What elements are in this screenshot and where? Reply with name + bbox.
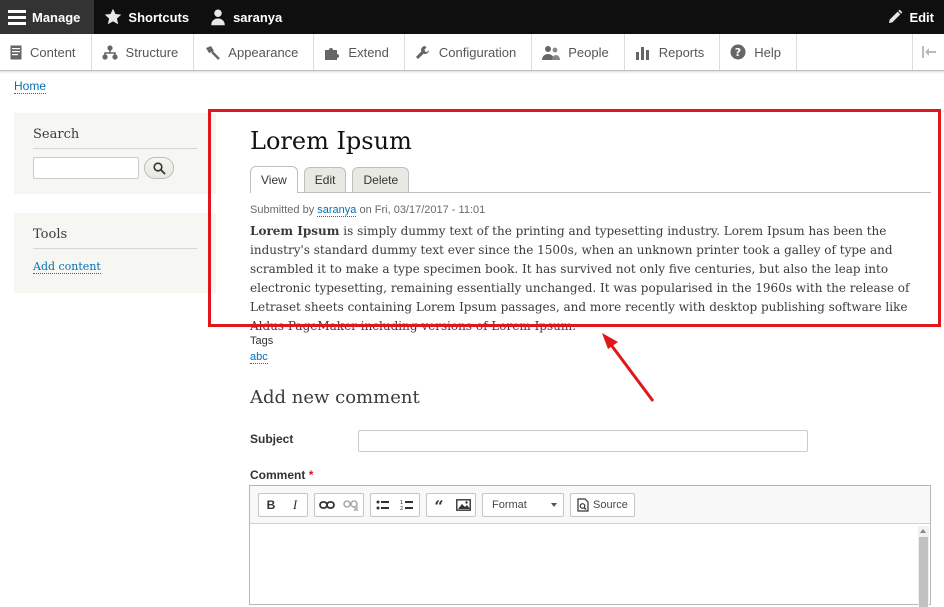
image-button[interactable] — [451, 494, 475, 516]
scroll-up-arrow-icon[interactable] — [920, 529, 926, 533]
admin-tray: Content Structure Appearance Extend Conf… — [0, 34, 944, 71]
user-button[interactable]: saranya — [199, 0, 292, 34]
tray-item-people[interactable]: People — [532, 34, 625, 70]
editor-toolbar: B I 12 “ Format Source — [250, 486, 930, 524]
shortcuts-label: Shortcuts — [128, 9, 190, 25]
comment-label: Comment * — [250, 468, 313, 482]
manage-label: Manage — [32, 9, 81, 25]
puzzle-icon — [325, 47, 340, 60]
user-icon — [211, 9, 225, 26]
bold-button[interactable]: B — [259, 494, 283, 516]
user-label: saranya — [233, 9, 283, 25]
search-form — [33, 157, 197, 179]
blockquote-button[interactable]: “ — [427, 494, 451, 516]
italic-icon: I — [292, 498, 298, 511]
search-button[interactable] — [144, 157, 174, 179]
tray-label-configuration: Configuration — [438, 44, 517, 60]
edit-label: Edit — [909, 9, 934, 25]
search-input[interactable] — [33, 157, 139, 179]
star-icon — [105, 8, 122, 25]
add-content-link[interactable]: Add content — [33, 260, 101, 274]
svg-text:2: 2 — [400, 506, 403, 511]
subject-label: Subject — [250, 432, 294, 446]
svg-text:?: ? — [735, 46, 741, 59]
tray-label-appearance: Appearance — [228, 44, 299, 60]
tray-item-help[interactable]: ? Help — [720, 34, 797, 70]
bulleted-list-icon — [376, 500, 389, 509]
search-block-title: Search — [33, 127, 197, 149]
svg-text:“: “ — [434, 499, 443, 511]
tools-block-title: Tools — [33, 227, 197, 249]
tray-item-appearance[interactable]: Appearance — [194, 34, 315, 70]
unlink-button[interactable] — [339, 494, 363, 516]
tray-item-extend[interactable]: Extend — [314, 34, 405, 70]
highlight-box — [208, 109, 941, 327]
bar-chart-icon — [635, 46, 649, 60]
menu-icon — [8, 10, 26, 25]
editor-scrollbar[interactable] — [918, 526, 929, 607]
tray-item-configuration[interactable]: Configuration — [405, 34, 533, 70]
source-button[interactable]: Source — [570, 492, 635, 517]
scrollbar-thumb[interactable] — [919, 537, 928, 607]
tray-label-help: Help — [754, 44, 781, 60]
format-label: Format — [492, 498, 527, 511]
unlink-icon — [343, 499, 359, 511]
tray-label-people: People — [568, 44, 609, 60]
format-dropdown[interactable]: Format — [482, 492, 564, 517]
wrench-icon — [415, 45, 429, 59]
bold-icon: B — [267, 498, 276, 511]
page-icon — [10, 45, 22, 59]
hierarchy-icon — [101, 44, 118, 60]
shortcuts-button[interactable]: Shortcuts — [94, 0, 199, 34]
tools-block: Tools Add content — [14, 213, 216, 293]
numbered-list-button[interactable]: 12 — [395, 494, 419, 516]
numbered-list-icon: 12 — [400, 500, 413, 511]
bulleted-list-button[interactable] — [371, 494, 395, 516]
comment-label-text: Comment — [250, 468, 306, 482]
tray-item-content[interactable]: Content — [0, 34, 92, 70]
help-icon: ? — [730, 44, 746, 60]
basic-styles-group: B I — [258, 492, 308, 517]
tray-item-structure[interactable]: Structure — [92, 34, 195, 70]
collapse-left-icon — [921, 46, 936, 58]
tray-item-reports[interactable]: Reports — [625, 34, 721, 70]
comment-editor: B I 12 “ Format Source — [249, 485, 931, 607]
edit-mode-button[interactable]: Edit — [877, 0, 944, 34]
image-icon — [455, 498, 471, 511]
link-icon — [319, 500, 335, 509]
breadcrumb-home-link[interactable]: Home — [14, 79, 47, 94]
list-group: 12 — [370, 492, 420, 517]
paintbrush-icon — [206, 45, 221, 60]
tags-label: Tags — [250, 335, 274, 347]
tray-label-content: Content — [30, 44, 76, 60]
tray-label-structure: Structure — [125, 44, 179, 60]
source-label: Source — [593, 498, 628, 511]
svg-text:B: B — [267, 498, 276, 511]
search-icon — [152, 161, 166, 175]
comment-form-title: Add new comment — [250, 387, 420, 408]
admin-toolbar: Manage Shortcuts saranya Edit — [0, 0, 944, 34]
italic-button[interactable]: I — [283, 494, 307, 516]
pencil-icon — [889, 9, 903, 23]
block-group: “ — [426, 492, 476, 517]
red-arrow-annotation — [602, 333, 655, 402]
people-icon — [542, 45, 561, 60]
subject-input[interactable] — [358, 430, 808, 452]
tray-orientation-toggle[interactable] — [912, 34, 944, 70]
dropdown-arrow-icon — [551, 502, 557, 507]
source-icon — [577, 497, 589, 512]
svg-text:I: I — [292, 498, 298, 511]
blockquote-icon: “ — [434, 499, 443, 511]
manage-button[interactable]: Manage — [0, 0, 95, 34]
breadcrumb: Home — [14, 79, 47, 94]
required-marker: * — [308, 468, 314, 482]
tray-label-extend: Extend — [348, 44, 389, 60]
search-block: Search — [14, 113, 216, 194]
link-group — [314, 492, 364, 517]
link-button[interactable] — [315, 494, 339, 516]
tag-link[interactable]: abc — [250, 351, 268, 364]
tray-label-reports: Reports — [658, 44, 705, 60]
